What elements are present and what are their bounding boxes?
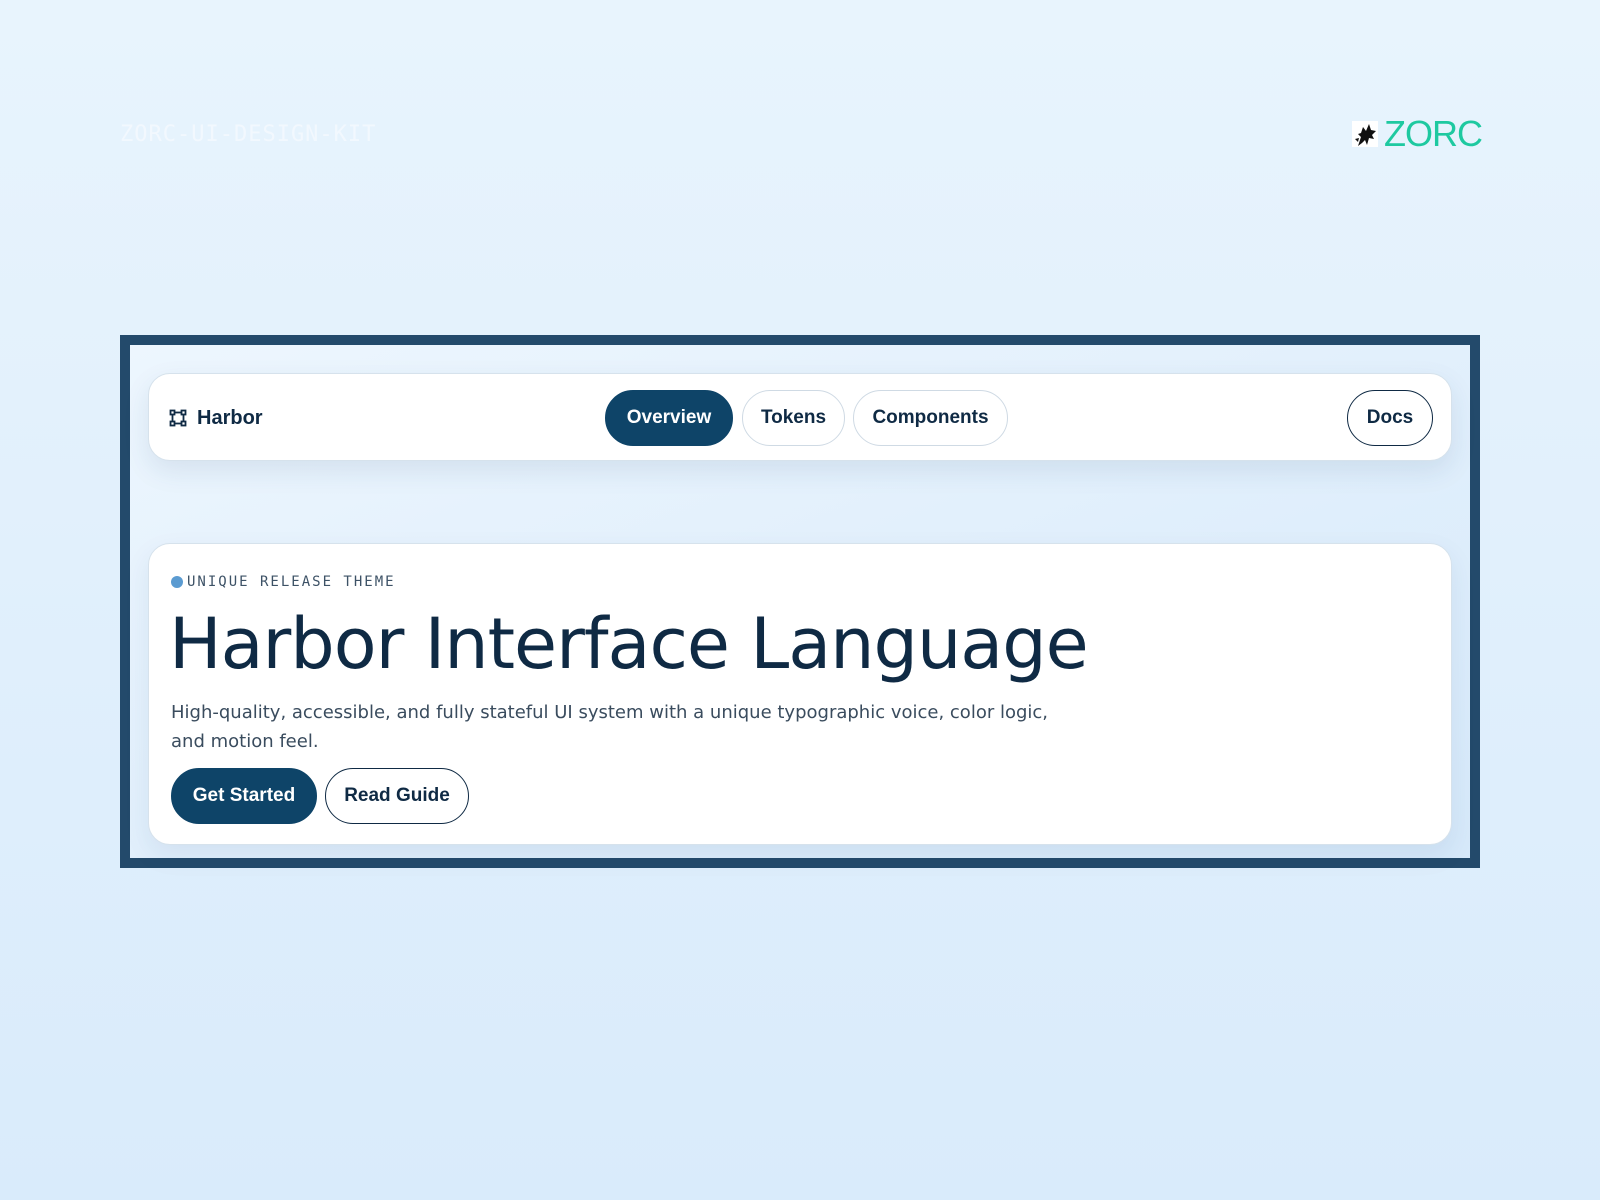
navbar: Harbor Overview Tokens Components Docs	[148, 373, 1452, 461]
preview-frame: Harbor Overview Tokens Components Docs U…	[120, 335, 1480, 868]
read-guide-button[interactable]: Read Guide	[325, 768, 469, 824]
kit-label: ZORC-UI-DESIGN-KIT	[120, 122, 377, 147]
eyebrow-label: UNIQUE RELEASE THEME	[187, 574, 396, 590]
hero-card: UNIQUE RELEASE THEME Harbor Interface La…	[148, 543, 1452, 845]
tab-tokens[interactable]: Tokens	[742, 390, 845, 446]
vector-nodes-icon	[169, 409, 187, 427]
page-title: Harbor Interface Language	[169, 603, 1089, 685]
docs-button[interactable]: Docs	[1347, 390, 1433, 446]
wolf-logo-icon	[1352, 121, 1378, 147]
zorc-brand: ZORC	[1352, 113, 1483, 154]
tab-components[interactable]: Components	[853, 390, 1008, 446]
nav-brand-label: Harbor	[197, 406, 263, 429]
status-dot-icon	[171, 576, 183, 588]
eyebrow: UNIQUE RELEASE THEME	[171, 574, 396, 590]
get-started-button[interactable]: Get Started	[171, 768, 317, 824]
hero-description: High-quality, accessible, and fully stat…	[171, 702, 1049, 752]
brand-wordmark: ZORC	[1384, 113, 1483, 154]
tab-overview[interactable]: Overview	[605, 390, 733, 446]
nav-brand[interactable]: Harbor	[169, 374, 263, 462]
